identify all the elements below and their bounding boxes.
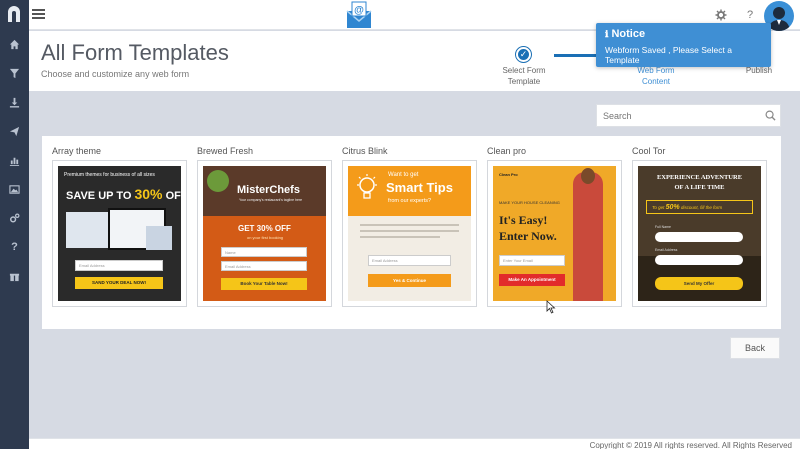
template-name: Clean pro bbox=[487, 146, 527, 156]
page-subtitle: Choose and customize any web form bbox=[41, 69, 190, 79]
back-button[interactable]: Back bbox=[730, 337, 780, 359]
gift-icon[interactable] bbox=[0, 264, 29, 288]
help-icon[interactable]: ? bbox=[0, 235, 29, 259]
help-question-icon[interactable]: ? bbox=[741, 6, 759, 24]
svg-text:@: @ bbox=[354, 5, 364, 16]
template-search bbox=[596, 104, 781, 127]
template-name: Citrus Blink bbox=[342, 146, 388, 156]
gear-icon[interactable] bbox=[712, 6, 730, 24]
mockup-tablet-image bbox=[146, 226, 172, 250]
copyright-text: Copyright © 2019 All rights reserved. Al… bbox=[589, 441, 792, 449]
template-name: Array theme bbox=[52, 146, 102, 156]
footer: Copyright © 2019 All rights reserved. Al… bbox=[29, 438, 800, 449]
page-title: All Form Templates bbox=[41, 40, 229, 65]
left-sidebar: ? bbox=[0, 0, 29, 449]
template-thumbnail: Want to get Smart Tips from our experts?… bbox=[348, 166, 471, 301]
templates-panel: Array theme Premium themes for business … bbox=[42, 136, 781, 329]
template-card-brewed-fresh[interactable]: Brewed Fresh MisterChefs Your company's … bbox=[197, 144, 332, 307]
image-icon[interactable] bbox=[0, 177, 29, 201]
notice-message: Webform Saved , Please Select a Template bbox=[605, 45, 732, 65]
template-preview-frame[interactable]: Premium themes for business of all sizes… bbox=[52, 160, 187, 307]
template-thumbnail: EXPERIENCE ADVENTURE OF A LIFE TIME To g… bbox=[638, 166, 761, 301]
funnel-icon[interactable] bbox=[0, 61, 29, 85]
search-icon[interactable] bbox=[765, 110, 776, 121]
template-card-clean-pro[interactable]: Clean pro Clean Pro MAKE YOUR HOUSE CLEA… bbox=[487, 144, 622, 307]
template-thumbnail: Premium themes for business of all sizes… bbox=[58, 166, 181, 301]
mockup-screen-image bbox=[66, 212, 112, 248]
template-name: Cool Tor bbox=[632, 146, 666, 156]
template-thumbnail: MisterChefs Your company's restaurant's … bbox=[203, 166, 326, 301]
template-preview-frame[interactable]: Want to get Smart Tips from our experts?… bbox=[342, 160, 477, 307]
lightbulb-icon bbox=[357, 174, 377, 199]
notice-toast[interactable]: ℹ Notice Webform Saved , Please Select a… bbox=[596, 23, 771, 67]
template-card-array-theme[interactable]: Array theme Premium themes for business … bbox=[52, 144, 187, 307]
menu-toggle-icon[interactable] bbox=[32, 9, 45, 19]
send-icon[interactable] bbox=[0, 119, 29, 143]
search-input[interactable] bbox=[597, 105, 757, 126]
template-name: Brewed Fresh bbox=[197, 146, 254, 156]
home-icon[interactable] bbox=[0, 32, 29, 56]
settings-cogs-icon[interactable] bbox=[0, 206, 29, 230]
bar-chart-icon[interactable] bbox=[0, 148, 29, 172]
step-form-content[interactable]: Web Form Content bbox=[627, 65, 685, 87]
step-complete-check-icon: ✓ bbox=[516, 47, 531, 62]
info-icon: ℹ bbox=[605, 29, 609, 39]
brand-logo-icon[interactable] bbox=[4, 4, 24, 24]
step-select-template[interactable]: Select Form Template bbox=[497, 65, 551, 87]
mouse-cursor-icon bbox=[546, 300, 556, 314]
cleaning-woman-photo bbox=[573, 172, 603, 301]
download-icon[interactable] bbox=[0, 90, 29, 114]
template-preview-frame[interactable]: MisterChefs Your company's restaurant's … bbox=[197, 160, 332, 307]
template-preview-frame[interactable]: Clean Pro MAKE YOUR HOUSE CLEANING It's … bbox=[487, 160, 622, 307]
template-preview-frame[interactable]: EXPERIENCE ADVENTURE OF A LIFE TIME To g… bbox=[632, 160, 767, 307]
template-thumbnail: Clean Pro MAKE YOUR HOUSE CLEANING It's … bbox=[493, 166, 616, 301]
notice-title: ℹ Notice bbox=[605, 28, 646, 40]
webform-app-logo-icon: @ bbox=[346, 1, 372, 28]
template-card-cool-tor[interactable]: Cool Tor EXPERIENCE ADVENTURE OF A LIFE … bbox=[632, 144, 767, 307]
template-card-citrus-blink[interactable]: Citrus Blink Want to get Smart Tips from… bbox=[342, 144, 477, 307]
